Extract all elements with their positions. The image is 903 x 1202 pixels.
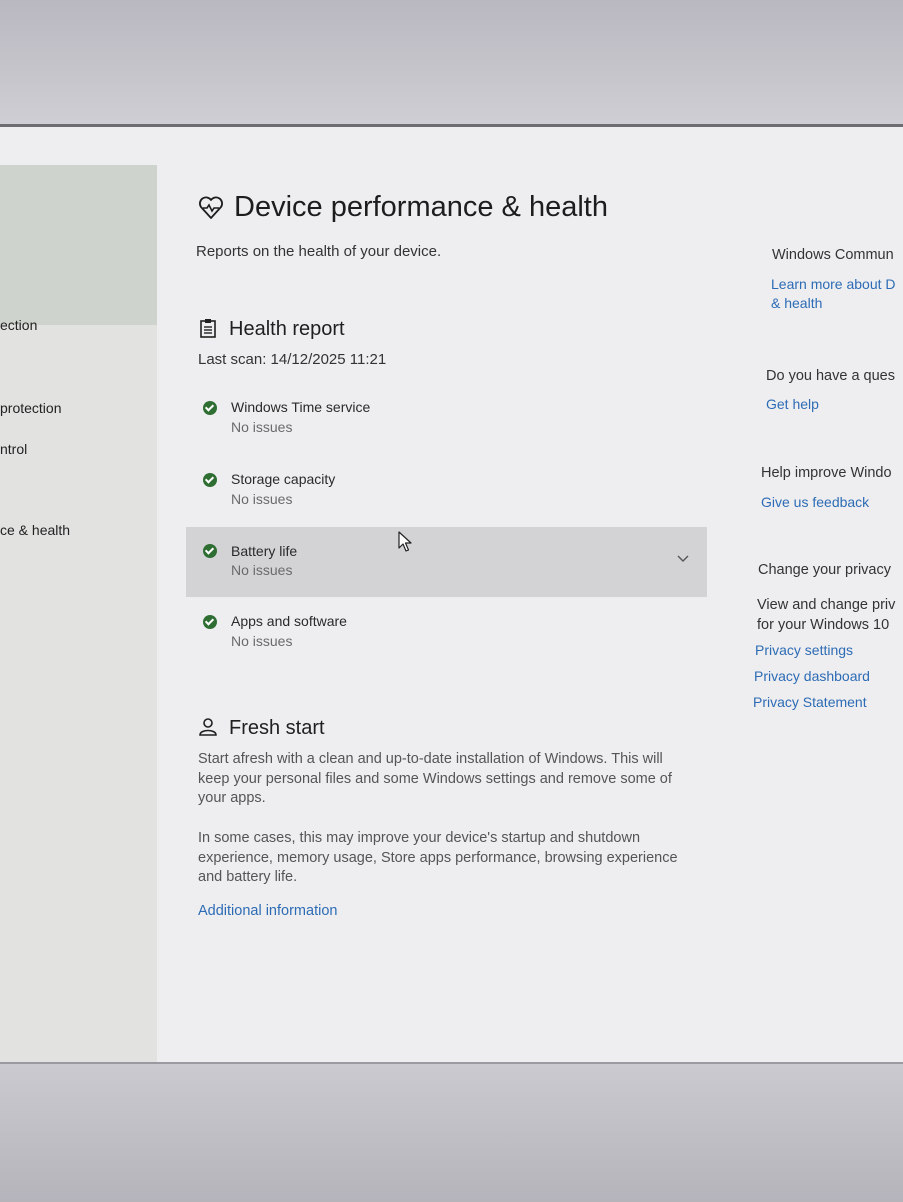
additional-information-link[interactable]: Additional information — [198, 902, 698, 922]
text-line: keep your personal files and some Window… — [198, 770, 672, 787]
link-line: & health — [771, 295, 823, 311]
page-title: Device performance & health — [234, 191, 608, 223]
privacy-statement-link[interactable]: Privacy Statement — [753, 693, 867, 712]
report-item-name: Storage capacity — [231, 471, 336, 487]
clipboard-icon — [200, 319, 216, 338]
health-report-title: Health report — [229, 318, 345, 340]
check-circle-icon — [203, 473, 217, 487]
fresh-start-description: Start afresh with a clean and up-to-date… — [198, 750, 698, 809]
page-subtitle: Reports on the health of your device. — [196, 243, 442, 260]
right-panel: Windows Commun Learn more about D & heal… — [750, 127, 903, 1065]
text-line: View and change priv — [757, 597, 896, 613]
windows-security-window: ection protection ntrol ce & health Devi… — [0, 124, 903, 1065]
sidebar-item-control[interactable]: ntrol — [0, 441, 27, 457]
chevron-down-icon[interactable] — [677, 553, 689, 565]
fresh-start-title: Fresh start — [229, 717, 325, 739]
link-line: Learn more about D — [771, 276, 896, 292]
question-heading: Do you have a ques — [766, 368, 895, 384]
text-line: and battery life. — [198, 869, 298, 885]
monitor-top-bezel — [0, 0, 903, 124]
report-item-windows-time[interactable]: Windows Time service No issues — [186, 389, 707, 459]
report-item-battery-life[interactable]: Battery life No issues — [186, 527, 707, 597]
community-heading: Windows Commun — [772, 247, 894, 263]
give-feedback-link[interactable]: Give us feedback — [761, 493, 869, 512]
heart-pulse-icon — [199, 196, 223, 219]
check-circle-icon — [203, 615, 217, 629]
report-item-status: No issues — [231, 491, 293, 507]
report-item-name: Windows Time service — [231, 399, 371, 415]
sidebar-header-block — [0, 165, 157, 325]
report-item-storage[interactable]: Storage capacity No issues — [186, 461, 707, 531]
check-circle-icon — [203, 544, 217, 558]
sidebar: ection protection ntrol ce & health — [0, 165, 157, 1065]
fresh-start-benefits: In some cases, this may improve your dev… — [198, 829, 698, 888]
privacy-settings-link[interactable]: Privacy settings — [755, 641, 853, 660]
check-circle-icon — [203, 401, 217, 415]
learn-more-link[interactable]: Learn more about D & health — [771, 275, 896, 313]
sidebar-item-device-health[interactable]: ce & health — [0, 522, 70, 538]
mouse-cursor-icon — [398, 531, 412, 552]
sidebar-item-protection-area[interactable]: ection — [0, 317, 37, 333]
text-line: Start afresh with a clean and up-to-date… — [198, 751, 663, 767]
person-icon — [199, 718, 217, 736]
monitor-bottom-bezel — [0, 1062, 903, 1202]
main-content: Device performance & health Reports on t… — [186, 127, 726, 1065]
improve-heading: Help improve Windo — [761, 465, 892, 481]
report-item-status: No issues — [231, 562, 293, 578]
last-scan-timestamp: Last scan: 14/12/2025 11:21 — [198, 351, 387, 368]
sidebar-item-protection[interactable]: protection — [0, 400, 61, 416]
report-item-name: Battery life — [231, 543, 298, 559]
report-item-name: Apps and software — [231, 613, 347, 629]
get-help-link[interactable]: Get help — [766, 395, 819, 414]
report-item-status: No issues — [231, 419, 293, 435]
report-item-status: No issues — [231, 633, 293, 649]
text-line: your apps. — [198, 790, 266, 806]
privacy-description: View and change priv for your Windows 10 — [757, 595, 895, 635]
text-line: for your Windows 10 — [757, 617, 890, 633]
privacy-heading: Change your privacy — [758, 562, 891, 578]
report-item-apps-software[interactable]: Apps and software No issues — [186, 603, 707, 673]
text-line: experience, memory usage, Store apps per… — [198, 849, 678, 866]
text-line: In some cases, this may improve your dev… — [198, 830, 641, 846]
privacy-dashboard-link[interactable]: Privacy dashboard — [754, 667, 870, 686]
